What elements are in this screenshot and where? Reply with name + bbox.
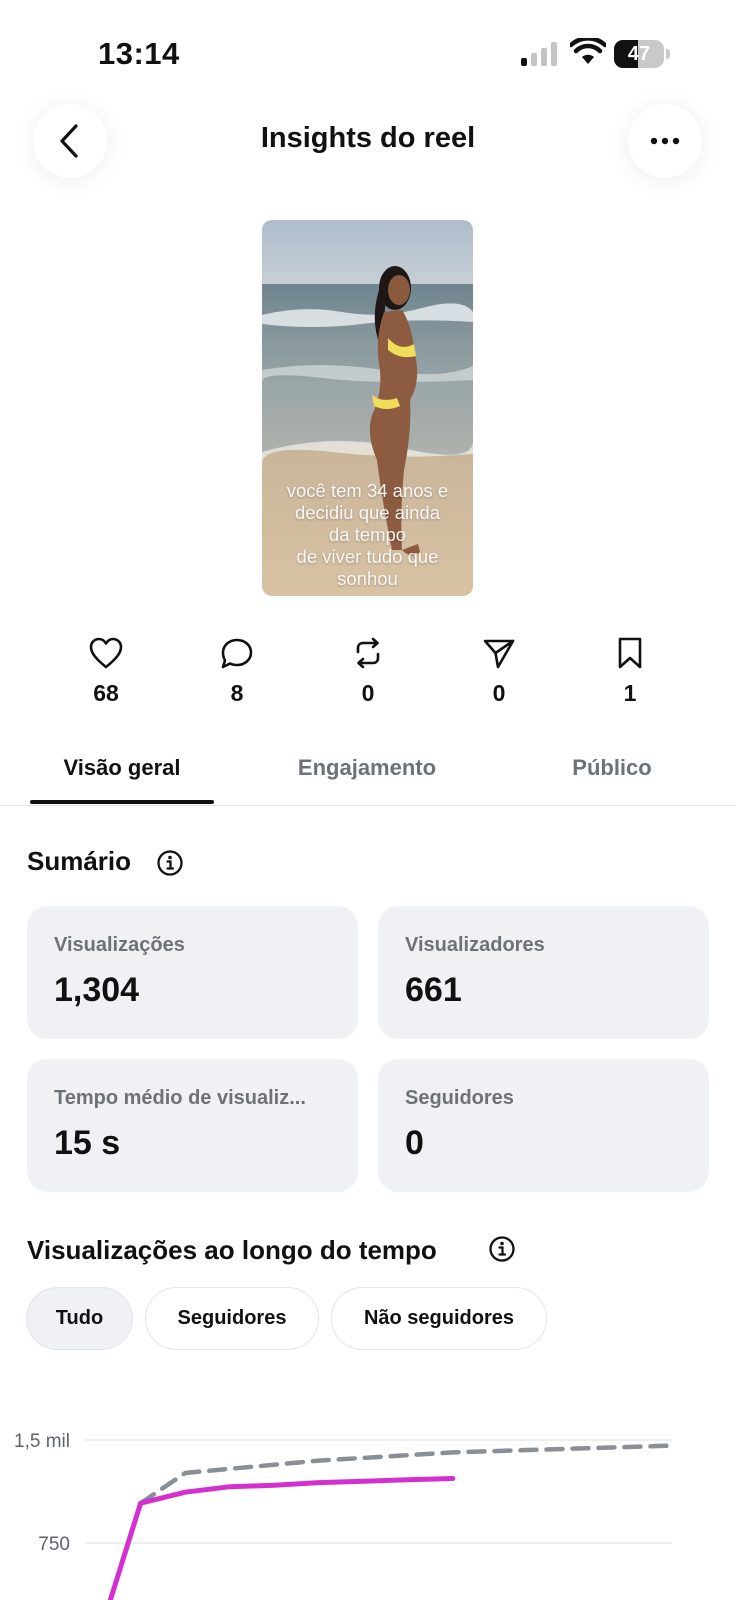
reel-caption: você tem 34 anos e decidiu que ainda da …	[262, 480, 473, 590]
comment-icon	[221, 638, 253, 669]
followers-card: Seguidores 0	[378, 1059, 709, 1192]
card-label: Seguidores	[405, 1087, 514, 1109]
card-value: 1,304	[54, 971, 140, 1009]
likes-count: 68	[93, 680, 119, 706]
saves-stat: 1	[590, 636, 670, 707]
engagement-stats: 68 8 0 0 1	[40, 636, 710, 716]
insights-tabs: Visão geral Engajamento Público	[0, 750, 736, 806]
tab-overview[interactable]: Visão geral	[30, 750, 214, 806]
y-tick-label: 1,5 mil	[14, 1431, 70, 1452]
comments-count: 8	[230, 680, 244, 706]
send-icon	[483, 639, 515, 669]
views-card: Visualizações 1,304	[27, 906, 358, 1039]
caption-line: você tem 34 anos e	[286, 480, 449, 501]
reposts-count: 0	[361, 680, 375, 706]
caption-line: decidiu que ainda	[294, 502, 441, 523]
shares-stat: 0	[459, 636, 539, 707]
filter-all-chip[interactable]: Tudo	[26, 1287, 133, 1350]
tab-engagement[interactable]: Engajamento	[275, 750, 459, 806]
bookmark-icon	[618, 637, 642, 669]
shares-count: 0	[492, 680, 506, 706]
info-icon[interactable]	[488, 1235, 516, 1263]
card-label: Visualizações	[54, 934, 185, 956]
caption-line: de viver tudo que	[296, 546, 439, 567]
likes-stat: 68	[66, 636, 146, 707]
repost-icon	[356, 637, 380, 669]
status-time: 13:14	[98, 36, 180, 71]
y-tick-label: 750	[38, 1534, 70, 1555]
filter-followers-chip[interactable]: Seguidores	[145, 1287, 319, 1350]
card-value: 0	[405, 1124, 424, 1162]
tab-audience[interactable]: Público	[520, 750, 704, 806]
viewers-card: Visualizadores 661	[378, 906, 709, 1039]
card-label: Tempo médio de visualiz...	[54, 1087, 306, 1109]
caption-line: da tempo	[328, 524, 407, 545]
heart-icon	[89, 637, 123, 669]
views-line-chart: 1,5 mil 750	[14, 1431, 679, 1600]
series-line-dashed	[138, 1443, 679, 1506]
card-value: 661	[405, 971, 462, 1009]
ellipsis-icon	[650, 137, 680, 145]
more-options-button[interactable]	[628, 104, 702, 178]
cellular-signal-icon	[521, 42, 557, 66]
summary-title: Sumário	[27, 846, 132, 876]
filter-non-followers-chip[interactable]: Não seguidores	[331, 1287, 547, 1350]
status-bar: 13:14 47	[0, 0, 736, 100]
page-title: Insights do reel	[260, 122, 476, 154]
caption-line: sonhou	[337, 568, 398, 589]
active-tab-indicator	[30, 800, 214, 804]
comments-stat: 8	[197, 636, 277, 707]
reposts-stat: 0	[328, 636, 408, 707]
reel-thumbnail[interactable]: você tem 34 anos e decidiu que ainda da …	[262, 220, 473, 596]
info-icon[interactable]	[156, 849, 184, 877]
card-value: 15 s	[54, 1124, 121, 1162]
battery-percent: 47	[627, 43, 651, 65]
card-label: Visualizadores	[405, 934, 545, 956]
avg-watch-time-card: Tempo médio de visualiz... 15 s	[27, 1059, 358, 1192]
battery-icon: 47	[614, 40, 670, 68]
saves-count: 1	[623, 680, 637, 706]
wifi-icon	[570, 38, 606, 64]
views-over-time-title: Visualizações ao longo do tempo	[27, 1235, 437, 1265]
